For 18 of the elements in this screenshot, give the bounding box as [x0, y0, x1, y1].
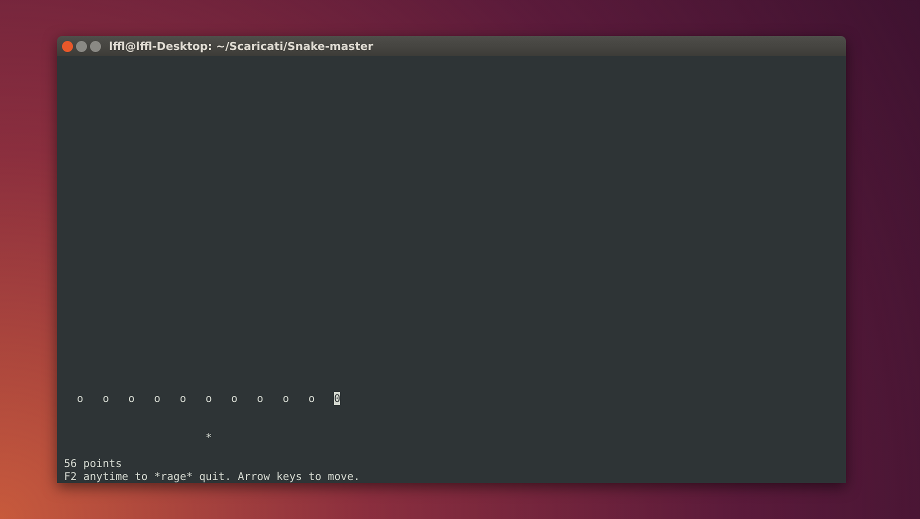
snake-body-character: o: [76, 392, 84, 405]
snake-body-character: o: [128, 392, 135, 405]
close-button[interactable]: [62, 40, 73, 52]
help-text: F2 anytime to *rage* quit. Arrow keys to move.: [64, 470, 361, 483]
score-text: 56 points: [64, 457, 123, 470]
snake-body-character: o: [154, 392, 160, 405]
snake-body-character: o: [282, 392, 290, 405]
snake-body-character: o: [205, 392, 212, 405]
snake-body-character: o: [308, 392, 315, 405]
snake-body-character: o: [102, 392, 109, 405]
food-symbol: *: [206, 431, 212, 444]
window-title: lffl@lffl-Desktop: ~/Scaricati/Snake-master: [109, 40, 374, 52]
snake-body-character: o: [231, 392, 238, 405]
snake-body-character: o: [180, 392, 186, 405]
maximize-button[interactable]: [90, 40, 101, 52]
snake-head-character: 0: [334, 392, 340, 405]
minimize-button[interactable]: [76, 40, 87, 52]
snake-body-character: o: [256, 392, 264, 405]
